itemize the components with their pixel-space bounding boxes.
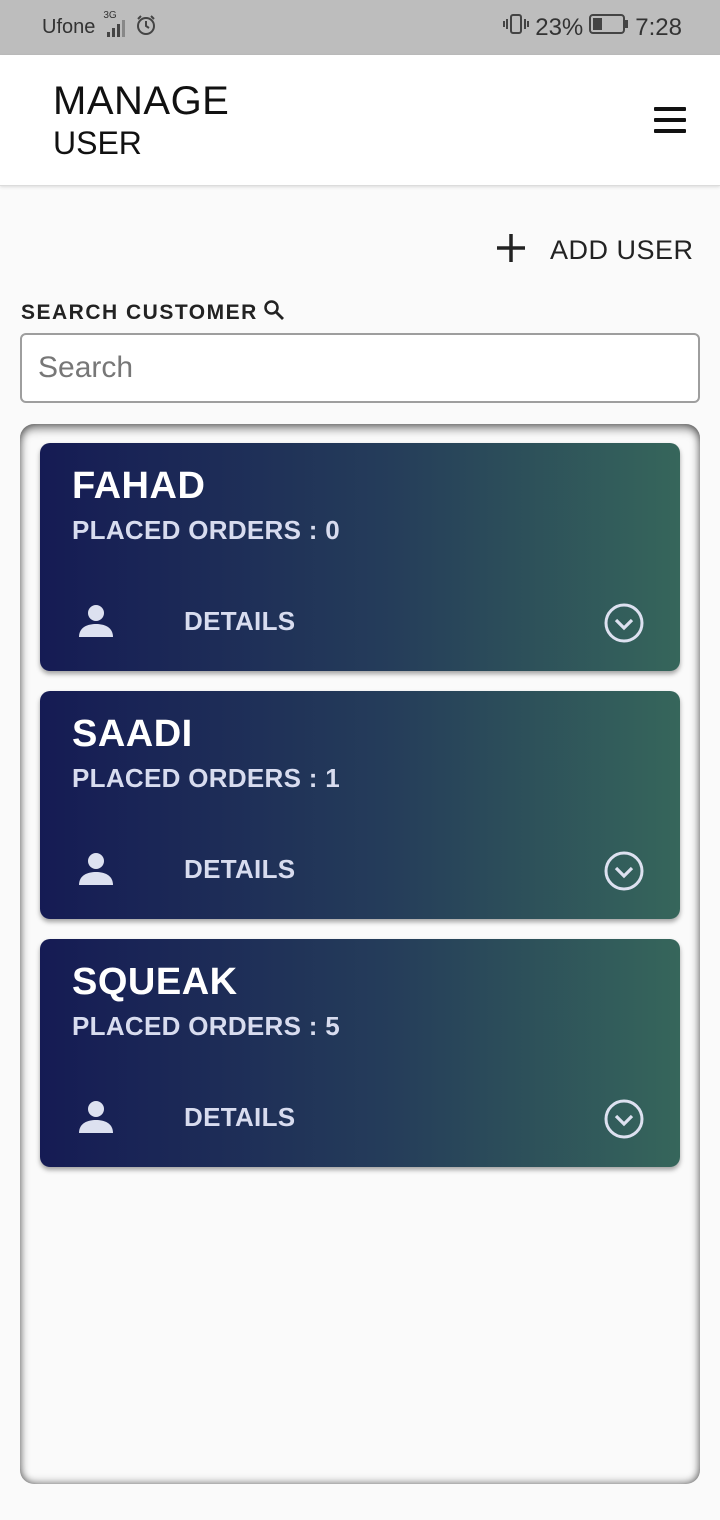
chevron-down-circle-icon[interactable] [602, 849, 646, 893]
search-label-text: SEARCH CUSTOMER [21, 301, 258, 324]
user-name: SQUEAK [72, 961, 238, 1003]
plus-icon [494, 231, 528, 270]
status-right: 23% 7:28 [503, 12, 682, 43]
placed-orders-count: PLACED ORDERS : 0 [72, 515, 341, 545]
user-card[interactable]: SAADI PLACED ORDERS : 1 DETAILS [40, 691, 680, 919]
status-left: Ufone 3G [42, 10, 157, 42]
details-button[interactable]: DETAILS [184, 606, 295, 637]
user-list: FAHAD PLACED ORDERS : 0 DETAILS SAADI PL… [20, 424, 700, 1484]
placed-orders-count: PLACED ORDERS : 5 [72, 1011, 341, 1041]
signal-icon: 3G [103, 10, 127, 38]
alarm-icon [135, 14, 157, 42]
user-name: FAHAD [72, 465, 206, 507]
page-subtitle: USER [53, 125, 142, 161]
chevron-down-circle-icon[interactable] [602, 601, 646, 645]
page-title: MANAGE [53, 79, 230, 123]
network-type: 3G [103, 9, 117, 21]
details-button[interactable]: DETAILS [184, 1102, 295, 1133]
search-icon [262, 298, 286, 328]
carrier-name: Ufone [42, 16, 96, 38]
user-name: SAADI [72, 713, 193, 755]
add-user-button[interactable]: ADD USER [494, 228, 694, 272]
add-user-label: ADD USER [550, 234, 694, 265]
battery-percent: 23% [535, 13, 584, 41]
person-icon [76, 1097, 116, 1137]
user-card[interactable]: SQUEAK PLACED ORDERS : 5 DETAILS [40, 939, 680, 1167]
person-icon [76, 601, 116, 641]
person-icon [76, 849, 116, 889]
user-card[interactable]: FAHAD PLACED ORDERS : 0 DETAILS [40, 443, 680, 671]
hamburger-menu-icon[interactable] [648, 103, 692, 137]
clock-time: 7:28 [635, 13, 682, 41]
status-bar: Ufone 3G 23% 7:28 [0, 0, 720, 55]
details-button[interactable]: DETAILS [184, 854, 295, 885]
chevron-down-circle-icon[interactable] [602, 1097, 646, 1141]
search-label: SEARCH CUSTOMER [21, 298, 286, 328]
battery-icon [589, 13, 629, 42]
search-input[interactable] [20, 333, 700, 403]
placed-orders-count: PLACED ORDERS : 1 [72, 763, 341, 793]
app-bar: MANAGE USER [0, 55, 720, 186]
vibrate-icon [503, 12, 530, 43]
